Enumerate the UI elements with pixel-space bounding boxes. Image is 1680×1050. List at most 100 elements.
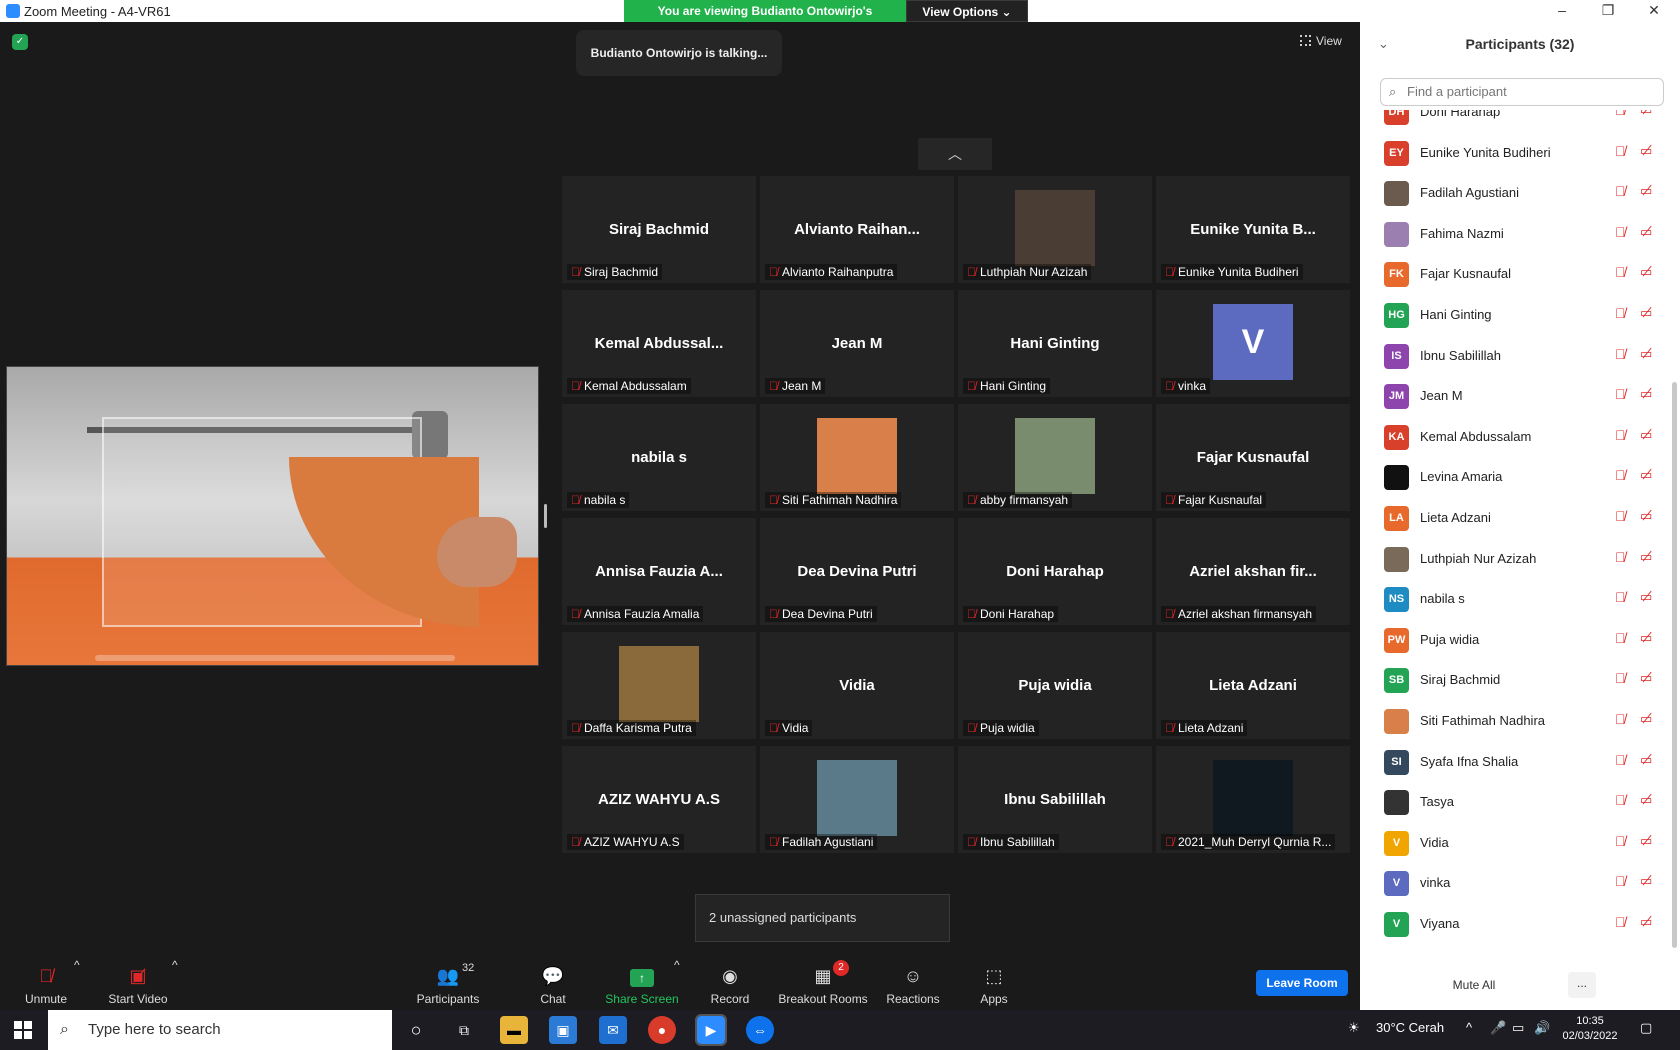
video-tile[interactable]: Puja widia 🎙̸ Puja widia (958, 632, 1152, 739)
video-tile[interactable]: Jean M 🎙̸ Jean M (760, 290, 954, 397)
video-tile[interactable]: Doni Harahap 🎙̸ Doni Harahap (958, 518, 1152, 625)
video-tile[interactable]: Hani Ginting 🎙̸ Hani Ginting (958, 290, 1152, 397)
view-button[interactable]: View (1300, 34, 1342, 48)
participant-row[interactable]: SB Siraj Bachmid 🎙̸ ▭̸ (1360, 660, 1680, 701)
reactions-button[interactable]: ☺ Reactions (884, 958, 942, 1010)
video-tile[interactable]: Annisa Fauzia A... 🎙̸ Annisa Fauzia Amalia (562, 518, 756, 625)
participant-row[interactable]: HG Hani Ginting 🎙̸ ▭̸ (1360, 295, 1680, 336)
tile-display-name: Ibnu Sabilillah (1004, 791, 1106, 808)
store-icon[interactable]: ▣ (549, 1016, 577, 1044)
video-tile[interactable]: Vidia 🎙̸ Vidia (760, 632, 954, 739)
video-tile[interactable]: V 🎙̸ vinka (1156, 290, 1350, 397)
close-icon[interactable]: ✕ (1644, 2, 1664, 19)
video-progress-bar[interactable] (95, 655, 455, 661)
participant-row[interactable]: KA Kemal Abdussalam 🎙̸ ▭̸ (1360, 417, 1680, 458)
mute-all-button[interactable]: Mute All (1446, 972, 1502, 998)
participant-row[interactable]: DH Doni Harahap 🎙̸ ▭̸ (1360, 110, 1680, 133)
maximize-icon[interactable]: ❐ (1598, 2, 1618, 19)
shared-screen[interactable] (6, 366, 539, 666)
video-tile[interactable]: Lieta Adzani 🎙̸ Lieta Adzani (1156, 632, 1350, 739)
taskbar-search-input[interactable]: ⌕ Type here to search (48, 1010, 392, 1050)
task-view-icon[interactable]: ⧉ (450, 1016, 478, 1044)
apps-button[interactable]: ⬚ Apps (976, 958, 1012, 1010)
clock-time: 10:35 (1576, 1015, 1604, 1027)
minimize-icon[interactable]: – (1552, 2, 1572, 18)
participant-name: Fadilah Agustiani (1420, 185, 1520, 201)
participant-row[interactable]: Tasya 🎙̸ ▭̸ (1360, 782, 1680, 823)
show-hidden-icons-caret-icon[interactable]: ^ (1466, 1020, 1472, 1035)
participant-row[interactable]: LA Lieta Adzani 🎙̸ ▭̸ (1360, 498, 1680, 539)
muted-mic-icon: 🎙̸ (571, 607, 580, 621)
chrome-icon[interactable]: ● (648, 1016, 676, 1044)
video-tile[interactable]: Ibnu Sabilillah 🎙̸ Ibnu Sabilillah (958, 746, 1152, 853)
microphone-tray-icon[interactable]: 🎤 (1490, 1020, 1506, 1036)
weather-label[interactable]: 30°C Cerah (1376, 1020, 1444, 1035)
system-clock[interactable]: 10:35 02/03/2022 (1550, 1014, 1630, 1044)
tile-name-text: Dea Devina Putri (782, 607, 873, 621)
cortana-icon[interactable]: ○ (402, 1016, 430, 1044)
gallery-page-up-button[interactable]: ︿ (918, 138, 992, 170)
audio-options-caret-icon[interactable]: ^ (74, 958, 80, 1010)
weather-sun-icon[interactable]: ☀ (1348, 1020, 1360, 1036)
muted-mic-icon: 🎙̸ (1615, 914, 1626, 930)
start-video-button[interactable]: ▣̸ Start Video (100, 958, 176, 1010)
share-screen-button[interactable]: ↑ Share Screen (604, 958, 680, 1010)
encryption-shield-icon[interactable]: ✓ (12, 34, 28, 50)
participant-row[interactable]: Fadilah Agustiani 🎙̸ ▭̸ (1360, 173, 1680, 214)
video-tile[interactable]: Alvianto Raihan... 🎙̸ Alvianto Raihanputra (760, 176, 954, 283)
find-participant-input[interactable]: ⌕ Find a participant (1380, 78, 1664, 106)
teamviewer-icon[interactable]: ⇔ (746, 1016, 774, 1044)
chat-button[interactable]: 💬 Chat (530, 958, 576, 1010)
network-icon[interactable]: ▭ (1512, 1020, 1524, 1036)
participant-row[interactable]: Vvinka 🎙̸ ▭̸ (1360, 863, 1680, 904)
share-options-caret-icon[interactable]: ^ (674, 958, 680, 1010)
participant-list-scrollbar[interactable] (1672, 382, 1677, 948)
volume-icon[interactable]: 🔊 (1534, 1020, 1550, 1036)
video-options-caret-icon[interactable]: ^ (172, 958, 178, 1010)
unmute-button[interactable]: 🎙̸ Unmute (16, 958, 76, 1010)
participant-row[interactable]: PW Puja widia 🎙̸ ▭̸ (1360, 620, 1680, 661)
notifications-icon[interactable]: ▢ (1640, 1020, 1652, 1036)
video-tile[interactable]: Fajar Kusnaufal 🎙̸ Fajar Kusnaufal (1156, 404, 1350, 511)
view-options-button[interactable]: View Options ⌄ (906, 0, 1028, 22)
participant-row[interactable]: NS nabila s 🎙̸ ▭̸ (1360, 579, 1680, 620)
breakout-rooms-button[interactable]: ▦ 2 Breakout Rooms (776, 958, 870, 1010)
zoom-taskbar-icon[interactable]: ▶ (695, 1014, 727, 1046)
video-tile[interactable]: nabila s 🎙̸ nabila s (562, 404, 756, 511)
more-options-button[interactable]: ... (1568, 972, 1596, 998)
participant-row[interactable]: Siti Fathimah Nadhira 🎙̸ ▭̸ (1360, 701, 1680, 742)
participant-row[interactable]: Levina Amaria 🎙̸ ▭̸ (1360, 457, 1680, 498)
video-tile[interactable]: 🎙̸ Siti Fathimah Nadhira (760, 404, 954, 511)
participant-row[interactable]: V Vidia 🎙̸ ▭̸ (1360, 823, 1680, 864)
video-tile[interactable]: 🎙̸ Luthpiah Nur Azizah (958, 176, 1152, 283)
file-explorer-icon[interactable]: ▬ (500, 1016, 528, 1044)
video-tile[interactable]: Azriel akshan fir... 🎙̸ Azriel akshan firm… (1156, 518, 1350, 625)
participant-row[interactable]: V Viyana 🎙̸ ▭̸ (1360, 904, 1680, 945)
video-tile[interactable]: Dea Devina Putri 🎙̸ Dea Devina Putri (760, 518, 954, 625)
participants-button[interactable]: 👥 32 Participants (412, 958, 484, 1010)
video-tile[interactable]: 🎙̸ Daffa Karisma Putra (562, 632, 756, 739)
mail-icon[interactable]: ✉ (599, 1016, 627, 1044)
participant-row[interactable]: IS Ibnu Sabilillah 🎙̸ ▭̸ (1360, 336, 1680, 377)
apps-icon: ⬚ (985, 966, 1003, 986)
split-resize-handle[interactable] (544, 504, 547, 528)
record-button[interactable]: ◉ Record (708, 958, 752, 1010)
participant-row[interactable]: EY Eunike Yunita Budiheri 🎙̸ ▭̸ (1360, 133, 1680, 174)
participant-row[interactable]: Fahima Nazmi 🎙̸ ▭̸ (1360, 214, 1680, 255)
chat-icon: 💬 (541, 966, 565, 986)
tile-name-label: 🎙̸ Daffa Karisma Putra (567, 720, 696, 736)
video-tile[interactable]: 🎙̸ abby firmansyah (958, 404, 1152, 511)
leave-room-button[interactable]: Leave Room (1256, 970, 1348, 996)
participant-row[interactable]: SI Syafa Ifna Shalia 🎙̸ ▭̸ (1360, 742, 1680, 783)
video-tile[interactable]: Siraj Bachmid 🎙̸ Siraj Bachmid (562, 176, 756, 283)
video-tile[interactable]: AZIZ WAHYU A.S 🎙̸ AZIZ WAHYU A.S (562, 746, 756, 853)
video-tile[interactable]: Eunike Yunita B... 🎙̸ Eunike Yunita Budihe… (1156, 176, 1350, 283)
participant-row[interactable]: Luthpiah Nur Azizah 🎙̸ ▭̸ (1360, 539, 1680, 580)
windows-start-icon[interactable] (14, 1021, 32, 1039)
participant-row[interactable]: FK Fajar Kusnaufal 🎙̸ ▭̸ (1360, 254, 1680, 295)
window-title: Zoom Meeting - A4-VR61 (24, 4, 171, 19)
video-tile[interactable]: 🎙̸ Fadilah Agustiani (760, 746, 954, 853)
video-tile[interactable]: 🎙̸ 2021_Muh Derryl Qurnia R... (1156, 746, 1350, 853)
participant-row[interactable]: JM Jean M 🎙̸ ▭̸ (1360, 376, 1680, 417)
video-tile[interactable]: Kemal Abdussal... 🎙̸ Kemal Abdussalam (562, 290, 756, 397)
